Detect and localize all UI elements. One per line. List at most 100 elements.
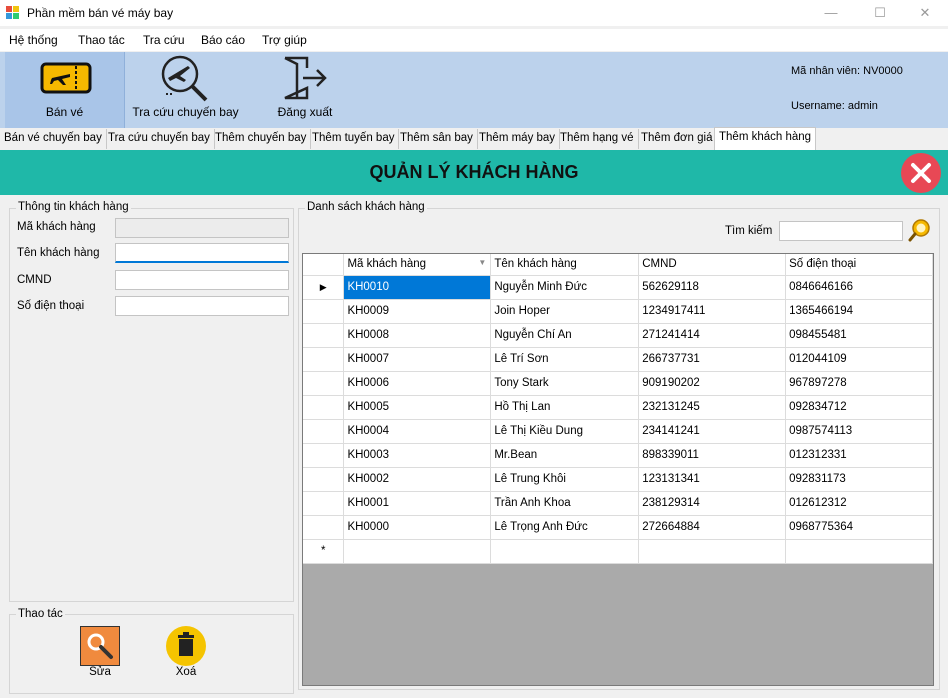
row-header[interactable] — [303, 491, 345, 516]
cell-customer-id[interactable]: KH0010 — [343, 275, 492, 300]
cell-customer-name[interactable]: Trần Anh Khoa — [490, 491, 640, 516]
cell-customer-id[interactable]: KH0002 — [343, 467, 492, 492]
column-header-phone[interactable]: Số điện thoại — [785, 254, 933, 276]
cell-customer-id[interactable]: KH0004 — [343, 419, 492, 444]
cell-cmnd[interactable]: 266737731 — [638, 347, 787, 372]
close-form-button[interactable] — [901, 153, 941, 193]
cell-cmnd[interactable]: 234141241 — [638, 419, 787, 444]
row-header[interactable] — [303, 371, 345, 396]
table-row[interactable]: ▶ KH0010 Nguyễn Minh Đức 562629118 084664616… — [303, 275, 933, 300]
cell-customer-name[interactable]: Tony Stark — [490, 371, 640, 396]
table-row[interactable]: KH0008 Nguyễn Chí An 271241414 098455481 — [303, 323, 933, 348]
row-header[interactable]: ▶ — [303, 275, 345, 300]
row-header[interactable] — [303, 299, 345, 324]
cell-cmnd[interactable]: 1234917411 — [638, 299, 787, 324]
cell-cmnd[interactable]: 232131245 — [638, 395, 787, 420]
cell-cmnd[interactable]: 272664884 — [638, 515, 787, 540]
row-header[interactable] — [303, 395, 345, 420]
cell-phone[interactable]: 012612312 — [785, 491, 933, 516]
menu-he-thong[interactable]: Hệ thống — [9, 33, 58, 47]
cell-phone[interactable]: 0987574113 — [785, 419, 933, 444]
search-input[interactable] — [779, 221, 903, 241]
cell-customer-id[interactable]: KH0006 — [343, 371, 492, 396]
cell-cmnd[interactable]: 271241414 — [638, 323, 787, 348]
cell-customer-name[interactable]: Nguyễn Minh Đức — [490, 275, 640, 300]
new-row[interactable]: * — [303, 539, 933, 564]
new-row-cell[interactable] — [785, 539, 933, 564]
edit-button[interactable]: Sửa — [80, 626, 120, 678]
cell-phone[interactable]: 012312331 — [785, 443, 933, 468]
cell-customer-name[interactable]: Hồ Thị Lan — [490, 395, 640, 420]
logout-button[interactable]: Đăng xuất — [265, 52, 345, 128]
new-row-cell[interactable] — [343, 539, 492, 564]
row-header[interactable] — [303, 467, 345, 492]
customer-id-field[interactable] — [115, 218, 289, 238]
minimize-button[interactable]: — — [808, 0, 854, 26]
tab-them-hang-ve[interactable]: Thêm hạng vé — [556, 129, 639, 149]
cell-customer-id[interactable]: KH0008 — [343, 323, 492, 348]
row-header[interactable] — [303, 443, 345, 468]
table-row[interactable]: KH0007 Lê Trí Sơn 266737731 012044109 — [303, 347, 933, 372]
table-row[interactable]: KH0009 Join Hoper 1234917411 1365466194 — [303, 299, 933, 324]
tab-them-chuyen-bay[interactable]: Thêm chuyến bay — [211, 129, 312, 149]
table-row[interactable]: KH0000 Lê Trọng Anh Đức 272664884 096877536… — [303, 515, 933, 540]
cell-phone[interactable]: 098455481 — [785, 323, 933, 348]
cell-customer-id[interactable]: KH0007 — [343, 347, 492, 372]
close-window-button[interactable]: ✕ — [902, 0, 948, 26]
cell-phone[interactable]: 1365466194 — [785, 299, 933, 324]
cell-customer-name[interactable]: Lê Trí Sơn — [490, 347, 640, 372]
customer-grid[interactable]: Mã khách hàng ▼ Tên khách hàng CMND Số đi… — [302, 253, 934, 686]
menu-bao-cao[interactable]: Báo cáo — [201, 33, 245, 47]
cell-customer-name[interactable]: Lê Trung Khôi — [490, 467, 640, 492]
cell-cmnd[interactable]: 909190202 — [638, 371, 787, 396]
menu-thao-tac[interactable]: Thao tác — [78, 33, 125, 47]
cmnd-field[interactable] — [115, 270, 289, 290]
table-row[interactable]: KH0004 Lê Thị Kiều Dung 234141241 098757411… — [303, 419, 933, 444]
cell-phone[interactable]: 012044109 — [785, 347, 933, 372]
table-row[interactable]: KH0005 Hồ Thị Lan 232131245 092834712 — [303, 395, 933, 420]
cell-phone[interactable]: 092831173 — [785, 467, 933, 492]
menu-tra-cuu[interactable]: Tra cứu — [143, 33, 185, 47]
cell-phone[interactable]: 092834712 — [785, 395, 933, 420]
cell-customer-id[interactable]: KH0009 — [343, 299, 492, 324]
row-header[interactable] — [303, 347, 345, 372]
new-row-cell[interactable] — [490, 539, 640, 564]
tab-them-tuyen-bay[interactable]: Thêm tuyến bay — [308, 129, 400, 149]
cell-customer-id[interactable]: KH0005 — [343, 395, 492, 420]
maximize-button[interactable]: ☐ — [857, 0, 903, 26]
cell-customer-name[interactable]: Mr.Bean — [490, 443, 640, 468]
customer-name-field[interactable] — [115, 243, 289, 263]
tab-ban-ve-chuyen-bay[interactable]: Bán vé chuyến bay — [0, 129, 107, 149]
table-row[interactable]: KH0002 Lê Trung Khôi 123131341 092831173 — [303, 467, 933, 492]
tab-them-san-bay[interactable]: Thêm sân bay — [396, 129, 478, 149]
cell-cmnd[interactable]: 238129314 — [638, 491, 787, 516]
table-row[interactable]: KH0003 Mr.Bean 898339011 012312331 — [303, 443, 933, 468]
cell-customer-id[interactable]: KH0003 — [343, 443, 492, 468]
cell-customer-name[interactable]: Join Hoper — [490, 299, 640, 324]
menu-tro-giup[interactable]: Trợ giúp — [262, 33, 307, 47]
cell-customer-id[interactable]: KH0001 — [343, 491, 492, 516]
column-header-customer-name[interactable]: Tên khách hàng — [490, 254, 640, 276]
cell-cmnd[interactable]: 898339011 — [638, 443, 787, 468]
cell-customer-name[interactable]: Lê Thị Kiều Dung — [490, 419, 640, 444]
tab-tra-cuu-chuyen-bay[interactable]: Tra cứu chuyến bay — [104, 129, 215, 149]
flight-search-button[interactable]: Tra cứu chuyến bay — [128, 52, 243, 128]
row-header[interactable] — [303, 515, 345, 540]
cell-cmnd[interactable]: 562629118 — [638, 275, 787, 300]
cell-phone[interactable]: 0846646166 — [785, 275, 933, 300]
phone-field[interactable] — [115, 296, 289, 316]
tab-them-don-gia[interactable]: Thêm đơn giá — [637, 129, 718, 149]
delete-button[interactable]: Xoá — [166, 626, 206, 678]
cell-customer-name[interactable]: Nguyễn Chí An — [490, 323, 640, 348]
cell-phone[interactable]: 0968775364 — [785, 515, 933, 540]
row-header[interactable] — [303, 419, 345, 444]
new-row-cell[interactable] — [638, 539, 787, 564]
cell-phone[interactable]: 967897278 — [785, 371, 933, 396]
column-header-customer-id[interactable]: Mã khách hàng ▼ — [343, 254, 492, 276]
row-header[interactable] — [303, 323, 345, 348]
cell-customer-name[interactable]: Lê Trọng Anh Đức — [490, 515, 640, 540]
tab-them-khach-hang[interactable]: Thêm khách hàng — [714, 127, 817, 150]
search-button[interactable] — [908, 218, 932, 242]
column-header-cmnd[interactable]: CMND — [638, 254, 787, 276]
cell-customer-id[interactable]: KH0000 — [343, 515, 492, 540]
